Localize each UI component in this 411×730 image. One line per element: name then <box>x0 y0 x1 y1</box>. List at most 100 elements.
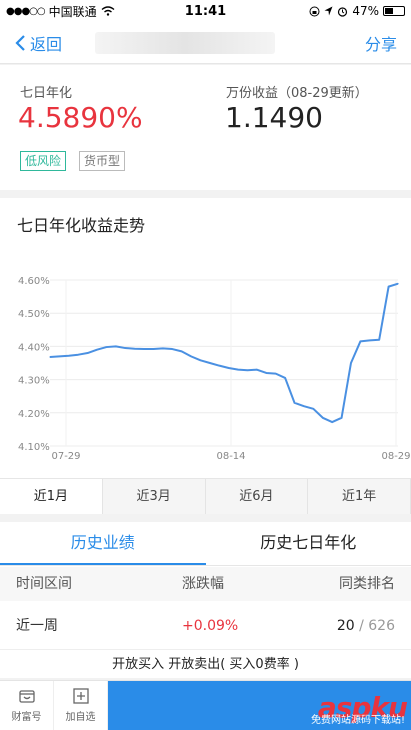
performance-card: 历史业绩 历史七日年化 时间区间 涨跌幅 同类排名 近一周 +0.09% 20 … <box>0 522 411 652</box>
trade-status-banner: 开放买入 开放卖出( 买入0费率 ) <box>0 652 411 678</box>
range-tabs: 近1月 近3月 近6月 近1年 <box>0 478 411 514</box>
data-point <box>96 349 98 351</box>
status-right: 47% <box>255 4 405 18</box>
row-period: 近一周 <box>16 618 58 634</box>
bottom-bar: 财富号 加自选 aspku 免费网站源码下载站! <box>0 680 411 730</box>
chevron-left-icon <box>15 34 25 51</box>
data-point <box>143 348 145 350</box>
chart-card: 七日年化收益走势 4.60% 4.50% 4.40% 4.30% 4.20% 4.10% 0… <box>0 198 411 514</box>
per-10k-value: 1.1490 <box>225 101 323 134</box>
data-point <box>397 283 399 285</box>
data-point <box>359 340 361 343</box>
wealth-icon <box>18 690 35 703</box>
status-bar: ●●●○○ 中国联通 11:41 47% <box>0 0 411 22</box>
y-tick-label: 4.30% <box>18 376 50 387</box>
y-tick-label: 4.10% <box>18 442 50 453</box>
header-period: 时间区间 <box>16 576 72 592</box>
row-change: +0.09% <box>182 618 239 634</box>
fund-summary: 七日年化 4.5890% 万份收益（08-29更新） 1.1490 低风险 货币… <box>0 65 411 190</box>
row-rank-cell: 20 / 626 <box>337 602 395 650</box>
back-button[interactable]: 返回 <box>14 31 62 55</box>
data-point <box>49 356 51 358</box>
watermark-subtitle: 免费网站源码下载站! <box>310 715 405 726</box>
data-point <box>124 347 126 349</box>
battery-icon <box>383 6 405 16</box>
rank-separator: / <box>354 618 369 634</box>
row-rank-total: 626 <box>368 618 395 634</box>
status-time: 11:41 <box>184 3 227 19</box>
share-button[interactable]: 分享 <box>365 31 397 55</box>
x-tick-label: 08-14 <box>216 451 245 462</box>
data-point <box>190 355 192 357</box>
data-point <box>246 369 249 371</box>
data-point <box>77 354 79 356</box>
range-tab-3m[interactable]: 近3月 <box>102 479 206 514</box>
data-point <box>134 348 136 350</box>
data-point <box>68 355 70 357</box>
data-point <box>387 286 390 288</box>
range-tab-1y[interactable]: 近1年 <box>308 479 411 514</box>
x-tick-label: 07-29 <box>51 451 80 462</box>
y-tick-label: 4.40% <box>18 342 50 353</box>
table-row[interactable]: 近一周 +0.09% 20 / 626 <box>0 602 411 650</box>
range-tab-1m[interactable]: 近1月 <box>0 479 103 514</box>
back-label: 返回 <box>30 34 63 54</box>
perf-table-header: 时间区间 涨跌幅 同类排名 <box>0 567 411 601</box>
y-tick-label: 4.60% <box>18 276 50 287</box>
per-10k-label: 万份收益（08-29更新） <box>226 86 368 101</box>
data-point <box>58 355 61 357</box>
data-point <box>218 365 220 367</box>
tab-history-seven-day[interactable]: 历史七日年化 <box>206 522 411 565</box>
x-tick-label: 08-29 <box>381 451 410 462</box>
battery-percent: 47% <box>352 4 379 18</box>
buy-button[interactable]: aspku 免费网站源码下载站! <box>108 681 411 730</box>
data-point <box>209 362 211 364</box>
lock-rotation-icon <box>309 6 320 16</box>
carrier-label: 中国联通 <box>48 4 97 19</box>
data-point <box>199 359 202 361</box>
data-point <box>87 352 89 354</box>
y-tick-label: 4.50% <box>18 309 50 320</box>
wealth-label: 财富号 <box>11 712 42 723</box>
data-point <box>369 339 371 342</box>
tab-history-performance[interactable]: 历史业绩 <box>0 522 206 565</box>
battery-fill <box>385 8 394 14</box>
add-watchlist-label: 加自选 <box>65 712 96 723</box>
row-rank: 20 <box>336 618 355 634</box>
data-point <box>115 345 117 347</box>
data-point <box>378 339 380 341</box>
series-line <box>49 282 399 424</box>
data-point <box>350 362 352 364</box>
blurred-title <box>95 32 275 54</box>
data-point <box>152 348 155 350</box>
data-point <box>171 348 173 350</box>
data-point <box>105 346 108 348</box>
data-point <box>312 408 314 410</box>
alarm-icon <box>338 6 348 17</box>
nav-bar: 返回 分享 <box>0 22 411 64</box>
data-point <box>265 372 267 374</box>
data-point <box>162 347 164 349</box>
data-point <box>331 421 333 423</box>
add-watchlist-button[interactable]: 加自选 <box>54 681 108 730</box>
chart-title: 七日年化收益走势 <box>17 216 146 235</box>
wealth-account-button[interactable]: 财富号 <box>0 681 54 730</box>
yield-chart: 4.60% 4.50% 4.40% 4.30% 4.20% 4.10%07-29 08-14… <box>18 276 411 462</box>
status-left: ●●●○○ 中国联通 <box>6 3 156 20</box>
data-point <box>303 405 305 407</box>
header-change: 涨跌幅 <box>182 576 224 592</box>
signal-icon: ●●●○○ <box>6 5 46 17</box>
data-point <box>256 369 258 371</box>
perf-tabs: 历史业绩 历史七日年化 <box>0 522 411 566</box>
data-point <box>322 417 324 419</box>
seven-day-label: 七日年化 <box>20 86 73 101</box>
data-point <box>293 402 296 404</box>
data-point <box>340 417 343 419</box>
header-rank: 同类排名 <box>339 576 395 592</box>
y-tick-label: 4.20% <box>18 409 50 420</box>
data-point <box>284 377 286 379</box>
range-tab-6m[interactable]: 近6月 <box>205 479 309 514</box>
type-tag: 货币型 <box>79 151 126 171</box>
wifi-icon <box>101 6 115 16</box>
add-icon <box>72 688 89 704</box>
